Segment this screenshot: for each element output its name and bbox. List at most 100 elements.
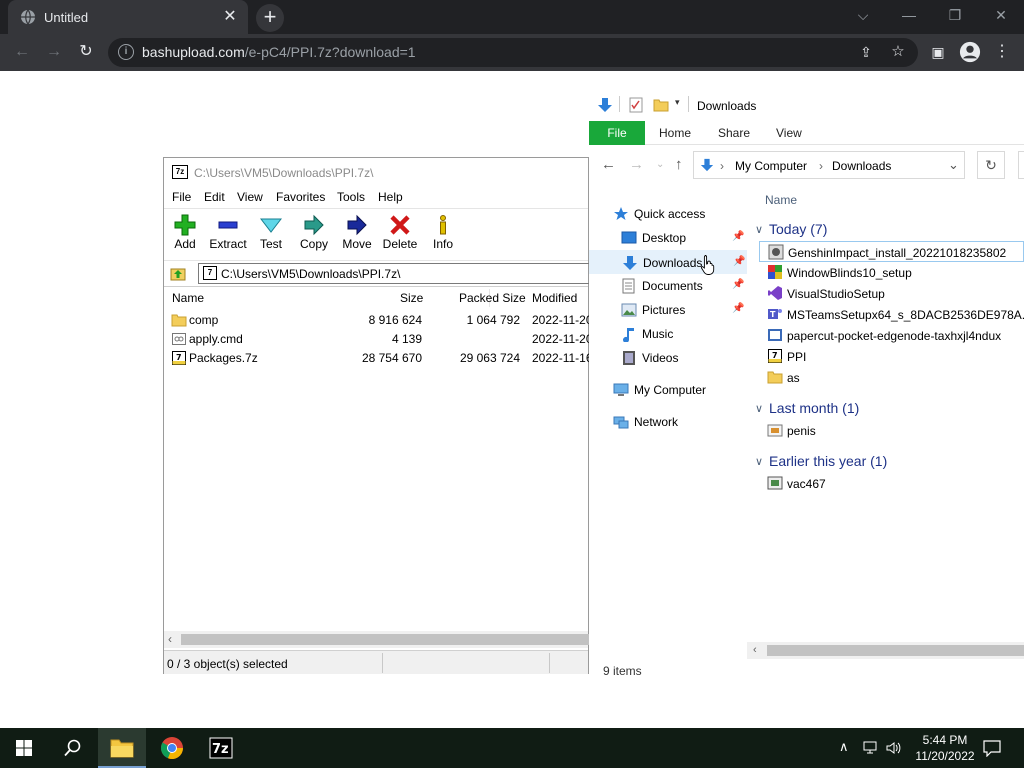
menu-favorites[interactable]: Favorites xyxy=(276,190,325,204)
nav-videos[interactable]: Videos xyxy=(589,346,747,370)
list-item[interactable]: as xyxy=(759,367,1024,388)
7zip-toolbar: Add Extract Test Copy Move Delete Info xyxy=(164,208,588,258)
list-item[interactable]: VisualStudioSetup xyxy=(759,283,1024,304)
menu-help[interactable]: Help xyxy=(378,190,403,204)
browser-tab[interactable]: Untitled ✕ xyxy=(8,0,248,34)
close-window-button[interactable]: ✕ xyxy=(978,0,1024,30)
list-item[interactable]: 7 PPI xyxy=(759,346,1024,367)
chevron-down-icon[interactable]: ⌵ xyxy=(840,0,886,30)
nav-desktop[interactable]: Desktop 📌 xyxy=(589,226,747,250)
refresh-icon[interactable]: ↻ xyxy=(977,151,1005,179)
pictures-icon xyxy=(621,303,637,317)
network-tray-icon[interactable] xyxy=(863,740,879,756)
explorer-horizontal-scrollbar[interactable]: ‹ xyxy=(747,642,1024,659)
col-name-header[interactable]: Name xyxy=(765,193,797,207)
clock[interactable]: 5:44 PM 11/20/2022 xyxy=(910,732,980,764)
7zip-path-input[interactable]: 7 C:\Users\VM5\Downloads\PPI.7z\ xyxy=(198,263,590,284)
menu-view[interactable]: View xyxy=(237,190,263,204)
scroll-left-icon[interactable]: ‹ xyxy=(168,632,172,646)
search-icon xyxy=(64,739,81,757)
restore-button[interactable]: ❐ xyxy=(932,0,978,30)
properties-icon[interactable] xyxy=(629,97,643,113)
menu-kebab-icon[interactable]: ⋮ xyxy=(990,40,1014,64)
menu-edit[interactable]: Edit xyxy=(204,190,225,204)
add-button[interactable]: Add xyxy=(164,211,206,257)
address-bar[interactable]: i bashupload.com/e-pC4/PPI.7z?download=1… xyxy=(108,38,918,67)
tab-file[interactable]: File xyxy=(589,121,645,145)
nav-documents[interactable]: Documents 📌 xyxy=(589,274,747,298)
address-dropdown-icon[interactable]: ⌄ xyxy=(948,157,959,173)
nav-downloads[interactable]: Downloads 📌 xyxy=(589,250,747,274)
tab-view[interactable]: View xyxy=(776,126,802,140)
tab-share[interactable]: Share xyxy=(718,126,750,140)
list-item[interactable]: papercut-pocket-edgenode-taxhxjl4ndux xyxy=(759,325,1024,346)
7zip-address-row: 7 C:\Users\VM5\Downloads\PPI.7z\ xyxy=(164,260,590,284)
copy-button[interactable]: Copy xyxy=(293,211,335,257)
nav-network[interactable]: Network xyxy=(589,410,747,434)
side-panel-icon[interactable]: ▣ xyxy=(926,40,950,64)
bookmark-star-icon[interactable]: ☆ xyxy=(886,40,910,64)
scroll-left-icon[interactable]: ‹ xyxy=(753,644,757,656)
search-box[interactable] xyxy=(1018,151,1024,179)
move-button[interactable]: Move xyxy=(336,211,378,257)
nav-pictures[interactable]: Pictures 📌 xyxy=(589,298,747,322)
list-item[interactable]: vac467 xyxy=(759,473,1024,494)
chevron-down-icon[interactable]: ∨ xyxy=(755,455,763,468)
new-tab-button[interactable]: + xyxy=(256,4,284,32)
table-row[interactable]: apply.cmd 4 139 2022-11-20 xyxy=(164,330,593,349)
list-item[interactable]: penis xyxy=(759,420,1024,441)
recent-dropdown-icon[interactable]: ⌄ xyxy=(656,159,664,170)
test-button[interactable]: Test xyxy=(250,211,292,257)
menu-tools[interactable]: Tools xyxy=(337,190,365,204)
breadcrumb-my-computer[interactable]: My Computer xyxy=(735,159,807,173)
nav-quick-access[interactable]: Quick access xyxy=(589,202,747,226)
scroll-thumb[interactable] xyxy=(767,645,1024,656)
close-tab-icon[interactable]: ✕ xyxy=(220,7,240,27)
taskbar-chrome[interactable] xyxy=(148,728,196,768)
info-icon[interactable]: i xyxy=(118,44,134,60)
col-modified[interactable]: Modified xyxy=(532,291,577,305)
volume-icon[interactable] xyxy=(886,740,902,756)
qat-dropdown-icon[interactable]: ▾ xyxy=(675,97,680,108)
nav-my-computer[interactable]: My Computer xyxy=(589,378,747,402)
tab-home[interactable]: Home xyxy=(659,126,691,140)
col-name[interactable]: Name xyxy=(172,291,204,305)
taskbar-file-explorer[interactable] xyxy=(98,728,146,768)
7zip-horizontal-scrollbar[interactable]: ‹ xyxy=(164,631,590,648)
notification-icon[interactable] xyxy=(983,739,1001,757)
profile-avatar[interactable] xyxy=(958,40,982,64)
extract-button[interactable]: Extract xyxy=(207,211,249,257)
list-item[interactable]: GenshinImpact_install_20221018235802 xyxy=(759,241,1024,262)
chevron-down-icon[interactable]: ∨ xyxy=(755,223,763,236)
folder-up-icon[interactable] xyxy=(170,265,186,281)
back-arrow-icon[interactable]: ← xyxy=(601,156,616,173)
forward-arrow-icon[interactable]: → xyxy=(629,156,644,173)
up-arrow-icon[interactable]: ↑ xyxy=(675,156,683,173)
taskbar-7zip[interactable]: 7z xyxy=(197,728,245,768)
nav-music[interactable]: Music xyxy=(589,322,747,346)
breadcrumb-downloads[interactable]: Downloads xyxy=(832,159,891,173)
start-button[interactable] xyxy=(0,728,48,768)
back-button[interactable]: ← xyxy=(10,40,34,64)
scroll-thumb[interactable] xyxy=(181,634,590,645)
chevron-down-icon[interactable]: ∨ xyxy=(755,402,763,415)
new-folder-icon[interactable] xyxy=(653,97,669,113)
list-item[interactable]: WindowBlinds10_setup xyxy=(759,262,1024,283)
navigation-pane: Quick access Desktop 📌 Downloads 📌 Docum… xyxy=(589,200,747,440)
table-row[interactable]: 7 Packages.7z 28 754 670 29 063 724 2022… xyxy=(164,349,593,368)
chevron-up-icon[interactable]: ∧ xyxy=(839,739,849,755)
table-row[interactable]: comp 8 916 624 1 064 792 2022-11-20 xyxy=(164,311,593,330)
clock-date: 11/20/2022 xyxy=(915,749,975,763)
forward-button[interactable]: → xyxy=(42,40,66,64)
col-size[interactable]: Size xyxy=(400,291,423,305)
share-icon[interactable]: ⇪ xyxy=(854,40,878,64)
col-packed-size[interactable]: Packed Size xyxy=(459,291,526,305)
list-item[interactable]: T MSTeamsSetupx64_s_8DACB2536DE978A... xyxy=(759,304,1024,325)
menu-file[interactable]: File xyxy=(172,190,191,204)
reload-button[interactable]: ↻ xyxy=(74,40,98,64)
search-button[interactable] xyxy=(48,728,96,768)
minimize-button[interactable]: — xyxy=(886,0,932,30)
delete-button[interactable]: Delete xyxy=(379,211,421,257)
info-button[interactable]: Info xyxy=(422,211,464,257)
explorer-address-bar[interactable]: › My Computer › Downloads ⌄ xyxy=(693,151,965,179)
